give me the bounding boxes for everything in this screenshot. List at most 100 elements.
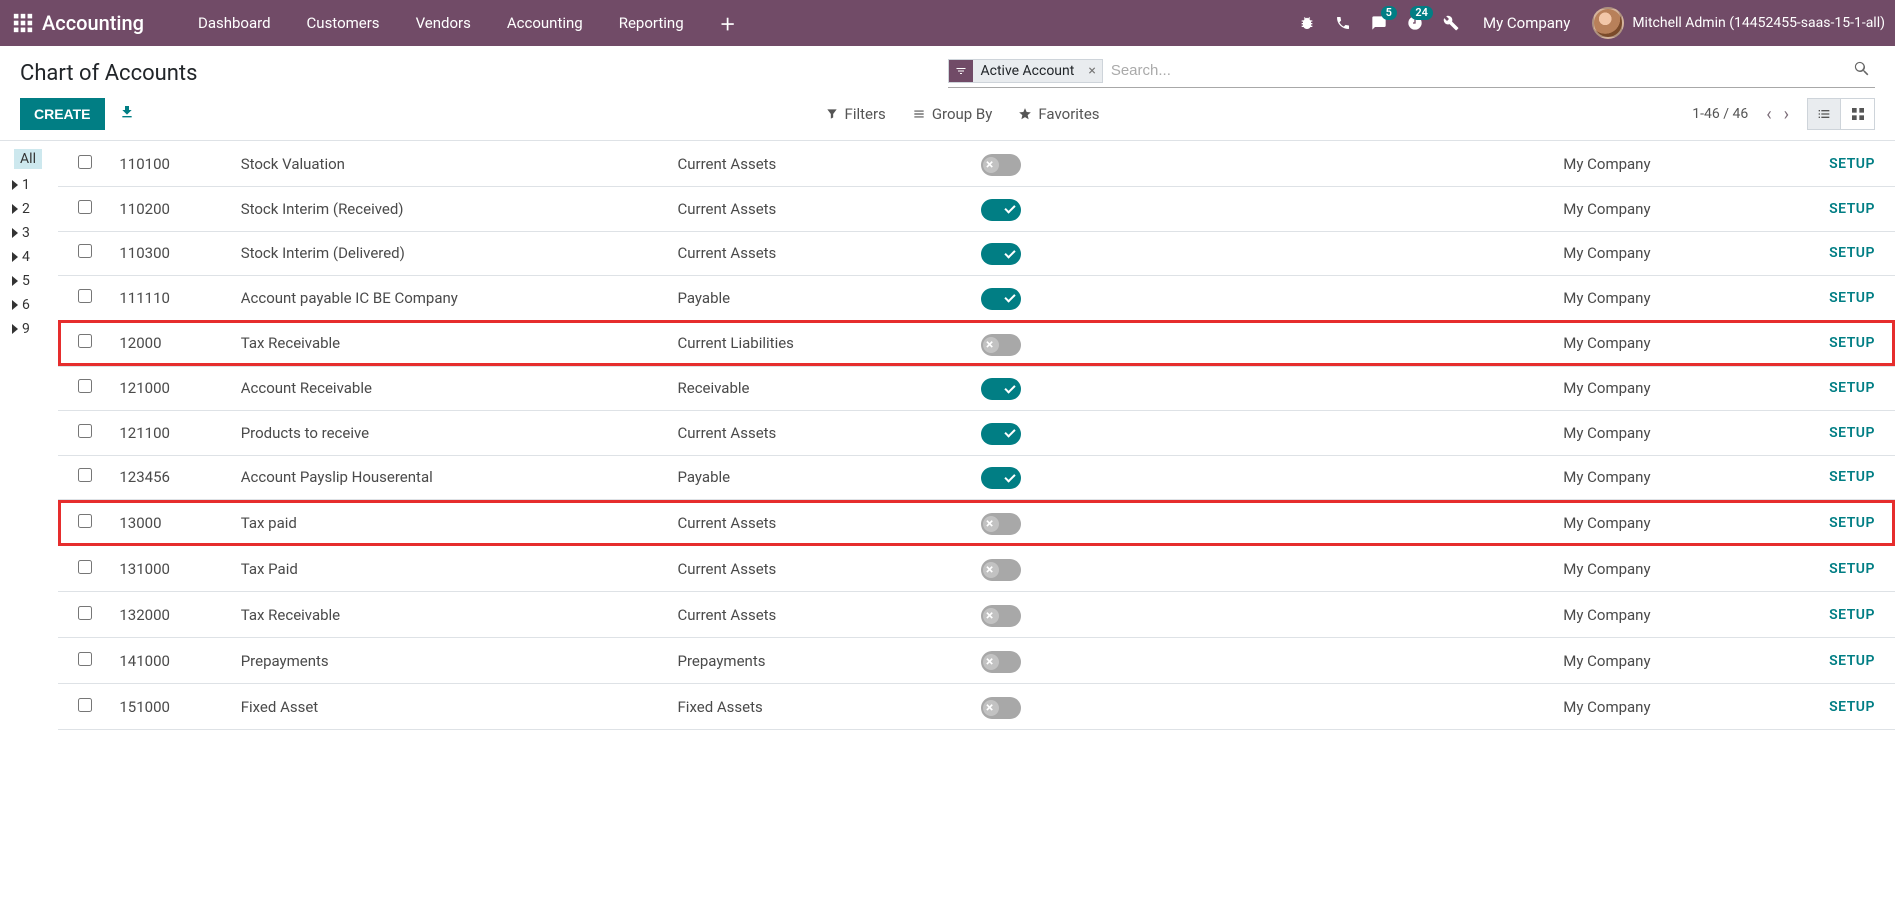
setup-button[interactable]: SETUP [1798, 684, 1895, 730]
search-bar[interactable]: Active Account × [948, 58, 1876, 88]
setup-button[interactable]: SETUP [1798, 592, 1895, 638]
caret-icon [12, 300, 18, 310]
reconcile-toggle[interactable] [981, 651, 1021, 673]
import-button[interactable] [119, 104, 135, 124]
account-company: My Company [1555, 320, 1798, 366]
tree-node[interactable]: 6 [12, 293, 54, 317]
table-row[interactable]: 131000Tax PaidCurrent AssetsMy CompanySE… [58, 546, 1895, 592]
reconcile-toggle[interactable] [981, 288, 1021, 310]
table-row[interactable]: 110100Stock ValuationCurrent AssetsMy Co… [58, 141, 1895, 187]
pager-prev[interactable]: ‹ [1766, 104, 1771, 125]
setup-button[interactable]: SETUP [1798, 546, 1895, 592]
nav-item-customers[interactable]: Customers [289, 0, 398, 46]
avatar [1592, 7, 1624, 39]
setup-button[interactable]: SETUP [1798, 141, 1895, 187]
nav-item-accounting[interactable]: Accounting [489, 0, 601, 46]
groupby-button[interactable]: Group By [912, 105, 993, 123]
view-list-button[interactable] [1807, 98, 1841, 130]
pager-next[interactable]: › [1784, 104, 1789, 125]
facet-remove[interactable]: × [1082, 60, 1101, 82]
setup-button[interactable]: SETUP [1798, 366, 1895, 411]
reconcile-toggle[interactable] [981, 243, 1021, 265]
favorites-button[interactable]: Favorites [1018, 105, 1099, 123]
reconcile-toggle[interactable] [981, 559, 1021, 581]
app-title[interactable]: Accounting [42, 11, 144, 35]
account-company: My Company [1555, 592, 1798, 638]
tree-node[interactable]: 9 [12, 317, 54, 341]
setup-button[interactable]: SETUP [1798, 187, 1895, 232]
setup-button[interactable]: SETUP [1798, 231, 1895, 276]
tree-all[interactable]: All [14, 149, 42, 169]
table-row[interactable]: 141000PrepaymentsPrepaymentsMy CompanySE… [58, 638, 1895, 684]
view-kanban-button[interactable] [1841, 98, 1875, 130]
row-checkbox[interactable] [78, 560, 92, 574]
table-row[interactable]: 110300Stock Interim (Delivered)Current A… [58, 231, 1895, 276]
setup-button[interactable]: SETUP [1798, 276, 1895, 321]
filters-button[interactable]: Filters [825, 105, 886, 123]
tree-sidebar: All 1234569 [0, 141, 58, 730]
apps-icon[interactable] [12, 12, 34, 34]
caret-icon [12, 180, 18, 190]
row-checkbox[interactable] [78, 652, 92, 666]
reconcile-toggle[interactable] [981, 199, 1021, 221]
table-row[interactable]: 121000Account ReceivableReceivableMy Com… [58, 366, 1895, 411]
table-row[interactable]: 111110Account payable IC BE CompanyPayab… [58, 276, 1895, 321]
reconcile-toggle[interactable] [981, 334, 1021, 356]
account-type: Current Assets [670, 411, 973, 456]
setup-button[interactable]: SETUP [1798, 320, 1895, 366]
account-code: 131000 [111, 546, 232, 592]
tree-node[interactable]: 1 [12, 173, 54, 197]
company-selector[interactable]: My Company [1469, 14, 1584, 32]
table-row[interactable]: 12000Tax ReceivableCurrent LiabilitiesMy… [58, 320, 1895, 366]
create-button[interactable]: CREATE [20, 98, 105, 130]
tree-node[interactable]: 2 [12, 197, 54, 221]
account-company: My Company [1555, 141, 1798, 187]
setup-button[interactable]: SETUP [1798, 411, 1895, 456]
row-checkbox[interactable] [78, 606, 92, 620]
tree-node[interactable]: 4 [12, 245, 54, 269]
search-input[interactable] [1103, 58, 1849, 83]
table-row[interactable]: 151000Fixed AssetFixed AssetsMy CompanyS… [58, 684, 1895, 730]
row-checkbox[interactable] [78, 468, 92, 482]
reconcile-toggle[interactable] [981, 697, 1021, 719]
row-checkbox[interactable] [78, 698, 92, 712]
setup-button[interactable]: SETUP [1798, 638, 1895, 684]
reconcile-toggle[interactable] [981, 378, 1021, 400]
nav-item-reporting[interactable]: Reporting [601, 0, 702, 46]
activities-icon[interactable]: 24 [1397, 0, 1433, 46]
search-icon[interactable] [1849, 60, 1875, 82]
row-checkbox[interactable] [78, 200, 92, 214]
setup-button[interactable]: SETUP [1798, 455, 1895, 500]
nav-item-vendors[interactable]: Vendors [398, 0, 489, 46]
row-checkbox[interactable] [78, 424, 92, 438]
table-row[interactable]: 132000Tax ReceivableCurrent AssetsMy Com… [58, 592, 1895, 638]
table-row[interactable]: 121100Products to receiveCurrent AssetsM… [58, 411, 1895, 456]
tools-icon[interactable] [1433, 0, 1469, 46]
account-type: Payable [670, 455, 973, 500]
nav-add[interactable]: ＋ [702, 0, 754, 46]
reconcile-toggle[interactable] [981, 423, 1021, 445]
tree-node[interactable]: 3 [12, 221, 54, 245]
table-row[interactable]: 123456Account Payslip HouserentalPayable… [58, 455, 1895, 500]
reconcile-toggle[interactable] [981, 154, 1021, 176]
facet-label: Active Account [973, 60, 1083, 82]
setup-button[interactable]: SETUP [1798, 500, 1895, 546]
row-checkbox[interactable] [78, 244, 92, 258]
pager[interactable]: 1-46 / 46 [1692, 106, 1748, 122]
row-checkbox[interactable] [78, 379, 92, 393]
tree-node[interactable]: 5 [12, 269, 54, 293]
messages-icon[interactable]: 5 [1361, 0, 1397, 46]
row-checkbox[interactable] [78, 334, 92, 348]
table-row[interactable]: 110200Stock Interim (Received)Current As… [58, 187, 1895, 232]
reconcile-toggle[interactable] [981, 513, 1021, 535]
table-row[interactable]: 13000Tax paidCurrent AssetsMy CompanySET… [58, 500, 1895, 546]
row-checkbox[interactable] [78, 514, 92, 528]
row-checkbox[interactable] [78, 155, 92, 169]
bug-icon[interactable] [1289, 0, 1325, 46]
reconcile-toggle[interactable] [981, 467, 1021, 489]
user-menu[interactable]: Mitchell Admin (14452455-saas-15-1-all) [1584, 7, 1885, 39]
nav-item-dashboard[interactable]: Dashboard [180, 0, 289, 46]
row-checkbox[interactable] [78, 289, 92, 303]
reconcile-toggle[interactable] [981, 605, 1021, 627]
phone-icon[interactable] [1325, 0, 1361, 46]
